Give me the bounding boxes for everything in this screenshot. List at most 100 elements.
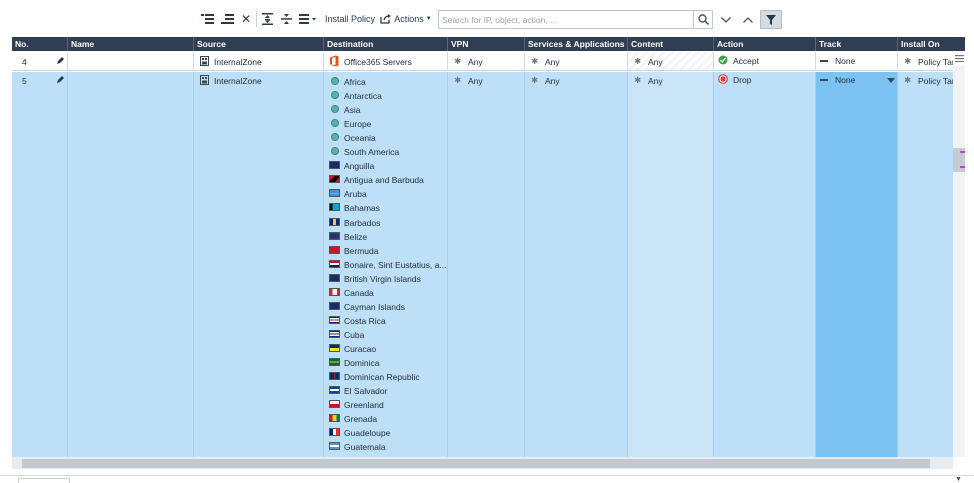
destination-item[interactable]: Cayman Islands (324, 300, 447, 314)
cell-services[interactable]: ✱ Any (525, 52, 628, 70)
cell-services[interactable]: ✱ Any (525, 72, 628, 457)
destination-item[interactable]: Curacao (324, 342, 447, 356)
destination-item[interactable]: Antigua and Barbuda (324, 173, 447, 187)
cell-destination[interactable]: Office365 Servers (324, 52, 448, 70)
view-menu-icon[interactable] (298, 10, 320, 28)
search-icon[interactable] (693, 11, 712, 28)
expand-sections-icon[interactable] (260, 10, 274, 28)
cell-track[interactable]: None (816, 72, 898, 457)
destination-item[interactable]: Asia (324, 103, 447, 117)
flag-icon (329, 189, 340, 198)
cell-content[interactable]: ✱ Any (628, 52, 714, 70)
destination-item[interactable]: Dominican Republic (324, 370, 447, 384)
destination-item[interactable]: Grenada (324, 412, 447, 426)
destination-item[interactable]: Africa (324, 75, 447, 89)
column-header-vpn[interactable]: VPN (448, 37, 525, 51)
bottom-tab[interactable] (18, 478, 70, 483)
cell-action[interactable]: Drop (714, 72, 816, 457)
destination-item[interactable]: Bermuda (324, 244, 447, 258)
flag-icon (329, 414, 340, 423)
column-options-icon[interactable] (953, 51, 965, 65)
table-row[interactable]: 4 InternalZone Office365 Servers ✱ Any ✱… (12, 52, 953, 71)
zone-icon (200, 56, 209, 68)
destination-label: South America (344, 147, 400, 158)
destination-item[interactable]: Aruba (324, 187, 447, 201)
destination-item[interactable]: Canada (324, 286, 447, 300)
cell-action[interactable]: Accept (714, 52, 816, 70)
column-header-source[interactable]: Source (194, 37, 324, 51)
source-label: InternalZone (214, 57, 262, 67)
destination-label: Canada (344, 287, 374, 298)
destination-item[interactable]: Oceania (324, 131, 447, 145)
services-label: Any (545, 76, 560, 86)
add-rule-below-icon[interactable] (219, 10, 235, 28)
destination-label: British Virgin Islands (344, 273, 421, 284)
cell-install-on[interactable]: ✱ Policy Targets (898, 52, 953, 70)
cell-content[interactable]: ✱ Any (628, 72, 714, 457)
globe-icon (331, 119, 339, 128)
pencil-icon[interactable] (56, 75, 65, 86)
vertical-scrollbar[interactable] (953, 66, 965, 457)
flag-icon (329, 203, 340, 212)
cell-vpn[interactable]: ✱ Any (448, 72, 525, 457)
column-header-install-on[interactable]: Install On (898, 37, 965, 51)
destination-item[interactable]: Dominica (324, 356, 447, 370)
destination-item[interactable]: Belize (324, 230, 447, 244)
delete-rule-icon[interactable]: ✕ (239, 10, 253, 28)
destination-label: Costa Rica (344, 315, 386, 326)
cell-source[interactable]: InternalZone (194, 52, 324, 70)
search-next-icon[interactable] (716, 10, 736, 29)
destination-item[interactable]: Greenland (324, 398, 447, 412)
search-previous-icon[interactable] (738, 10, 758, 29)
table-row[interactable]: 5 InternalZone Africa Antarctica Asia Europ… (12, 72, 953, 457)
column-header-action[interactable]: Action (714, 37, 816, 51)
column-header-name[interactable]: Name (68, 37, 194, 51)
destination-item[interactable]: Antarctica (324, 89, 447, 103)
destination-item[interactable]: Costa Rica (324, 314, 447, 328)
filter-icon[interactable] (760, 10, 782, 29)
content-label: Any (648, 57, 663, 67)
add-rule-above-icon[interactable] (199, 10, 215, 28)
column-header-no[interactable]: No. (12, 37, 68, 51)
cell-install-on[interactable]: ✱ Policy Targets (898, 72, 953, 457)
destination-item[interactable]: Barbados (324, 216, 447, 230)
cell-vpn[interactable]: ✱ Any (448, 52, 525, 70)
globe-icon (331, 91, 339, 100)
destination-item[interactable]: Guatemala (324, 440, 447, 454)
destination-label: Cayman Islands (344, 301, 405, 312)
chevron-down-icon[interactable]: ▼ (955, 476, 962, 483)
destination-item[interactable]: Europe (324, 117, 447, 131)
column-header-track[interactable]: Track (816, 37, 898, 51)
destination-item[interactable]: El Salvador (324, 384, 447, 398)
destination-item[interactable]: British Virgin Islands (324, 272, 447, 286)
cell-name[interactable] (68, 72, 194, 457)
action-label: Accept (733, 56, 759, 66)
install-policy-button[interactable]: Install Policy (324, 10, 376, 28)
destination-label: Antarctica (344, 91, 382, 102)
cell-name[interactable] (68, 52, 194, 70)
any-icon: ✱ (531, 56, 539, 66)
cell-destination[interactable]: Africa Antarctica Asia Europe Oceania South A… (324, 72, 448, 457)
search-box (438, 10, 713, 29)
search-input[interactable] (439, 11, 693, 28)
destination-item[interactable]: Bahamas (324, 201, 447, 215)
cell-track[interactable]: None (816, 52, 898, 70)
horizontal-scrollbar-thumb[interactable] (22, 459, 930, 468)
flag-icon (329, 358, 340, 366)
actions-button[interactable]: Actions ▼ (380, 10, 432, 28)
destination-item[interactable]: South America (324, 145, 447, 159)
globe-icon (331, 147, 339, 156)
dropdown-arrow-icon[interactable] (887, 75, 895, 85)
any-icon: ✱ (531, 75, 539, 85)
destination-item[interactable]: Bonaire, Sint Eustatius, a... (324, 258, 447, 272)
column-header-content[interactable]: Content (628, 37, 714, 51)
column-header-destination[interactable]: Destination (324, 37, 448, 51)
column-header-services[interactable]: Services & Applications (525, 37, 628, 51)
destination-item[interactable]: Guadeloupe (324, 426, 447, 440)
cell-source[interactable]: InternalZone (194, 72, 324, 457)
flag-icon (329, 386, 340, 395)
destination-item[interactable]: Cuba (324, 328, 447, 342)
destination-item[interactable]: Anguilla (324, 159, 447, 173)
pencil-icon[interactable] (56, 56, 65, 67)
collapse-sections-icon[interactable] (279, 10, 293, 28)
